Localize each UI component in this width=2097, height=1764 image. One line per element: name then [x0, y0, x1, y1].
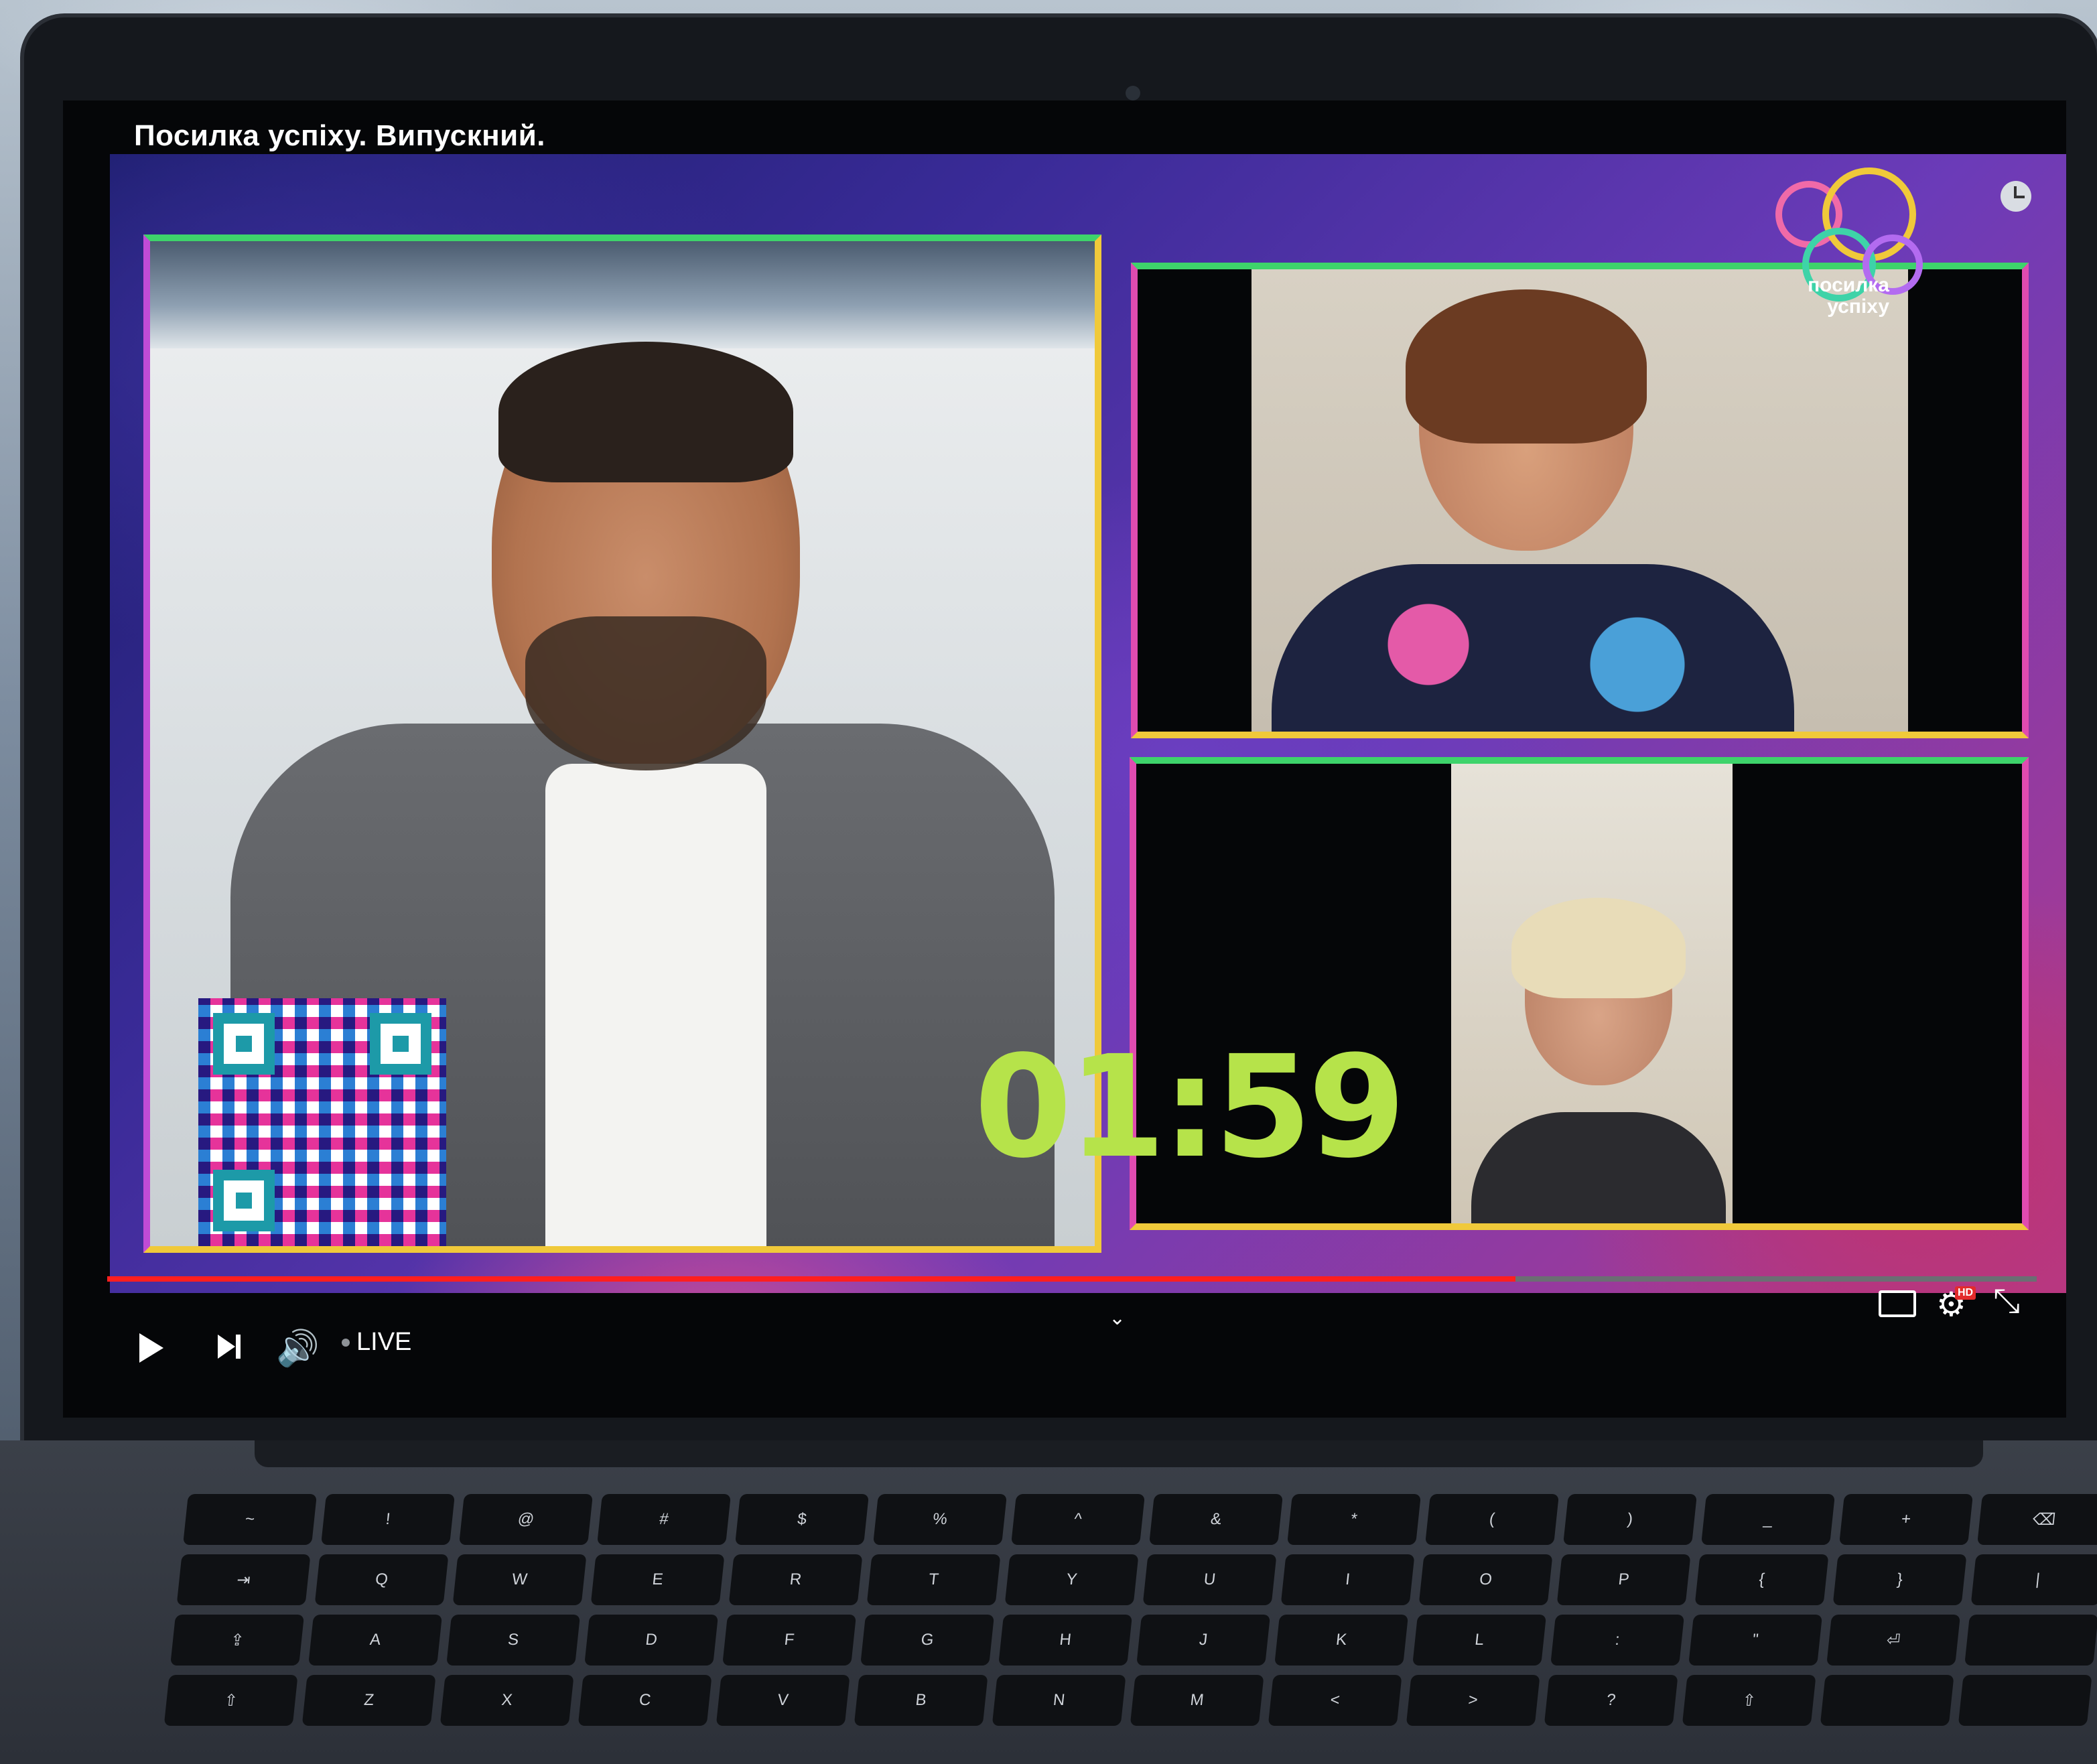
qr-code — [198, 998, 446, 1246]
logo-text-line1: посилка — [1808, 274, 1889, 296]
laptop-hinge — [255, 1440, 1983, 1467]
presenter-beard — [525, 616, 766, 770]
keyboard-key[interactable]: ? — [1544, 1675, 1678, 1726]
live-label[interactable]: LIVE — [356, 1328, 411, 1357]
play-icon[interactable] — [139, 1333, 163, 1363]
show-logo-text: посилка успіху — [1722, 275, 1889, 318]
keyboard-key[interactable]: " — [1688, 1615, 1823, 1666]
keyboard-key[interactable]: O — [1418, 1554, 1553, 1605]
stadium-backdrop — [150, 241, 1095, 348]
keyboard-key[interactable]: Z — [301, 1675, 436, 1726]
keyboard-key[interactable]: P — [1556, 1554, 1691, 1605]
exit-fullscreen-icon[interactable]: ⤡ — [1993, 1281, 2020, 1320]
keyboard-key[interactable]: ⌫ — [1977, 1494, 2097, 1545]
keyboard-key[interactable]: C — [578, 1675, 712, 1726]
keyboard-key[interactable]: M — [1130, 1675, 1264, 1726]
keyboard-key[interactable]: I — [1280, 1554, 1415, 1605]
next-icon[interactable] — [218, 1335, 235, 1359]
chevron-down-icon[interactable]: ⌄ — [1109, 1306, 1126, 1330]
keyboard-key[interactable]: # — [597, 1494, 732, 1545]
keyboard-icon[interactable] — [1879, 1290, 1916, 1317]
volume-icon[interactable]: 🔊 — [276, 1328, 320, 1369]
presenter-hair — [498, 342, 793, 482]
live-indicator-dot — [342, 1339, 350, 1347]
keyboard-key[interactable]: N — [992, 1675, 1126, 1726]
logo-text-line2: успіху — [1827, 295, 1889, 318]
keyboard-key[interactable]: > — [1406, 1675, 1540, 1726]
keyboard-key[interactable]: ^ — [1011, 1494, 1146, 1545]
progress-bar[interactable] — [107, 1276, 2037, 1282]
caller-hair — [1511, 898, 1686, 998]
keyboard-key[interactable]: W — [452, 1554, 587, 1605]
presenter-shirt — [545, 764, 766, 1246]
qr-corner — [370, 1013, 431, 1075]
webcam — [1126, 86, 1140, 100]
keyboard-key[interactable]: D — [584, 1615, 719, 1666]
keyboard-key[interactable]: ⇧ — [163, 1675, 298, 1726]
keyboard-key[interactable]: G — [860, 1615, 995, 1666]
clock-icon[interactable] — [2001, 181, 2031, 212]
keyboard-key[interactable]: @ — [459, 1494, 594, 1545]
keyboard-key[interactable]: < — [1268, 1675, 1402, 1726]
keyboard-key[interactable]: ⇪ — [170, 1615, 305, 1666]
keyboard-key[interactable]: L — [1412, 1615, 1547, 1666]
keyboard-key[interactable]: ( — [1425, 1494, 1560, 1545]
keyboard-key[interactable]: : — [1550, 1615, 1685, 1666]
countdown-timer: 01:59 — [974, 1025, 1406, 1189]
keyboard-key[interactable]: B — [854, 1675, 988, 1726]
hd-badge: HD — [1955, 1286, 1976, 1300]
keyboard-key[interactable]: X — [439, 1675, 574, 1726]
keyboard-key[interactable]: J — [1136, 1615, 1271, 1666]
keyboard-key[interactable]: & — [1149, 1494, 1284, 1545]
keyboard-key[interactable]: } — [1832, 1554, 1967, 1605]
keyboard-key[interactable]: _ — [1701, 1494, 1836, 1545]
keyboard-key[interactable]: ~ — [183, 1494, 318, 1545]
keyboard-key[interactable]: $ — [735, 1494, 870, 1545]
keyboard-key[interactable]: H — [998, 1615, 1133, 1666]
progress-bar-fill — [107, 1276, 1516, 1282]
keyboard-key[interactable]: * — [1287, 1494, 1422, 1545]
keyboard-key[interactable]: A — [308, 1615, 443, 1666]
keyboard-key[interactable]: F — [722, 1615, 857, 1666]
keyboard-key[interactable] — [1820, 1675, 1954, 1726]
keyboard-key[interactable]: T — [866, 1554, 1001, 1605]
keyboard-key[interactable]: K — [1274, 1615, 1409, 1666]
caller-body — [1471, 1112, 1726, 1223]
keyboard: ~! @ # $% ^ & *() _ + ⌫ ⇥ Q W E R T Y U I O P{} | ⇪ A S D F G H J K L: "… — [160, 1494, 2097, 1762]
caller-body — [1272, 564, 1794, 732]
qr-corner — [213, 1170, 275, 1231]
keyboard-key[interactable] — [1964, 1615, 2097, 1666]
keyboard-key[interactable]: ! — [321, 1494, 456, 1545]
keyboard-key[interactable]: ⇧ — [1682, 1675, 1816, 1726]
keyboard-key[interactable]: E — [590, 1554, 725, 1605]
keyboard-key[interactable]: Y — [1004, 1554, 1139, 1605]
next-icon-bar — [236, 1335, 241, 1359]
keyboard-key[interactable]: R — [728, 1554, 863, 1605]
qr-corner — [213, 1013, 275, 1075]
keyboard-key[interactable]: ⏎ — [1826, 1615, 1961, 1666]
caller-hair — [1406, 289, 1647, 444]
keyboard-key[interactable]: U — [1142, 1554, 1277, 1605]
keyboard-key[interactable]: Q — [314, 1554, 449, 1605]
keyboard-key[interactable]: + — [1839, 1494, 1974, 1545]
keyboard-key[interactable]: ) — [1563, 1494, 1698, 1545]
video-title: Посилка успіху. Випускний. — [134, 119, 545, 152]
keyboard-key[interactable]: | — [1970, 1554, 2097, 1605]
keyboard-key[interactable]: { — [1694, 1554, 1829, 1605]
keyboard-key[interactable] — [1958, 1675, 2092, 1726]
keyboard-key[interactable]: V — [716, 1675, 850, 1726]
keyboard-key[interactable]: % — [873, 1494, 1008, 1545]
presenter-panel — [143, 234, 1101, 1253]
keyboard-key[interactable]: ⇥ — [176, 1554, 311, 1605]
keyboard-key[interactable]: S — [446, 1615, 581, 1666]
